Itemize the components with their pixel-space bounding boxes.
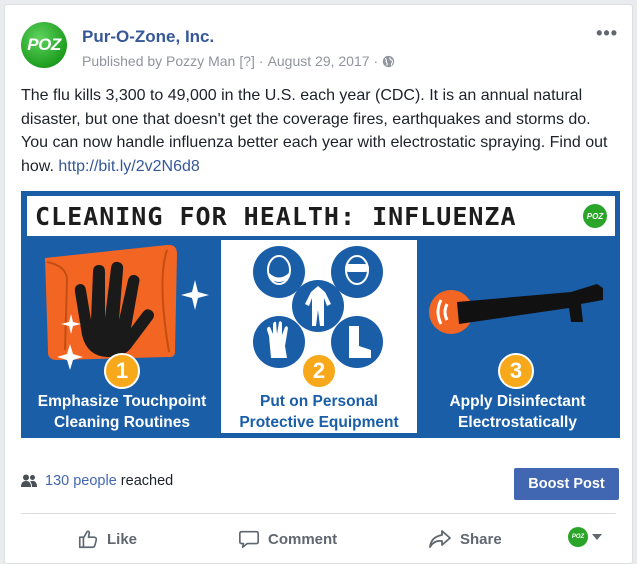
sparkle-icon (57, 344, 83, 370)
page-mini-logo: POZ (568, 527, 588, 547)
comment-icon (239, 530, 259, 549)
step-3-line1: Apply Disinfectant (449, 393, 586, 410)
globe-icon[interactable] (382, 55, 395, 68)
step-panel-3: 3 Apply Disinfectant Electrostatically (421, 240, 614, 433)
share-label: Share (460, 530, 502, 548)
post-image[interactable]: CLEANING FOR HEALTH: INFLUENZA POZ 1 Emp… (21, 191, 620, 438)
page-avatar[interactable]: POZ (21, 22, 67, 68)
step-2-line2: Protective Equipment (239, 414, 399, 431)
like-button[interactable]: Like (77, 523, 137, 555)
banner-title: CLEANING FOR HEALTH: INFLUENZA (35, 202, 517, 231)
step-label-1: Emphasize Touchpoint Cleaning Routines (27, 391, 217, 433)
published-by[interactable]: Published by Pozzy Man (82, 53, 235, 69)
more-options-button[interactable]: ••• (596, 23, 618, 44)
meta-separator: · (258, 53, 264, 69)
banner-header: CLEANING FOR HEALTH: INFLUENZA POZ (27, 196, 615, 236)
share-button[interactable]: Share (428, 523, 502, 555)
comment-label: Comment (268, 530, 338, 548)
meta-separator: · (373, 53, 379, 69)
step-3-line2: Electrostatically (458, 414, 577, 431)
help-marker[interactable]: [?] (239, 53, 255, 69)
caret-down-icon (592, 534, 602, 540)
banner-logo: POZ (583, 204, 607, 228)
reach-suffix: reached (120, 473, 174, 489)
boost-post-button[interactable]: Boost Post (514, 468, 619, 500)
action-bar: Like Comment Share POZ (5, 519, 632, 559)
post-text: The flu kills 3,300 to 49,000 in the U.S… (21, 84, 621, 178)
people-icon (21, 474, 37, 487)
step-number-2: 2 (301, 353, 337, 389)
step-1-line2: Cleaning Routines (53, 414, 191, 431)
avatar-text: POZ (27, 35, 61, 54)
step-number-3: 3 (498, 353, 534, 389)
divider (21, 513, 616, 514)
page-name-link[interactable]: Pur-O-Zone, Inc. (82, 27, 214, 47)
step-panel-1: 1 Emphasize Touchpoint Cleaning Routines (27, 240, 217, 433)
post-link[interactable]: http://bit.ly/2v2N6d8 (58, 158, 199, 175)
step-label-3: Apply Disinfectant Electrostatically (421, 391, 614, 433)
step-label-2: Put on Personal Protective Equipment (221, 391, 417, 433)
reach-stats: 130 people reached (21, 473, 173, 489)
like-label: Like (107, 530, 138, 548)
post-meta: Published by Pozzy Man [?] · August 29, … (82, 53, 395, 69)
audience-selector[interactable]: POZ (568, 527, 602, 547)
reach-count[interactable]: 130 people (45, 473, 117, 489)
post-card: POZ Pur-O-Zone, Inc. Published by Pozzy … (4, 4, 633, 564)
post-date[interactable]: August 29, 2017 (268, 53, 370, 69)
step-1-line1: Emphasize Touchpoint (37, 393, 207, 410)
step-panel-2: 2 Put on Personal Protective Equipment (221, 240, 417, 433)
sprayer-illustration (429, 284, 603, 334)
step-2-line1: Put on Personal (260, 393, 378, 410)
comment-button[interactable]: Comment (238, 523, 337, 555)
share-arrow-icon (429, 530, 451, 548)
step-number-1: 1 (104, 353, 140, 389)
thumbs-up-icon (78, 530, 98, 549)
